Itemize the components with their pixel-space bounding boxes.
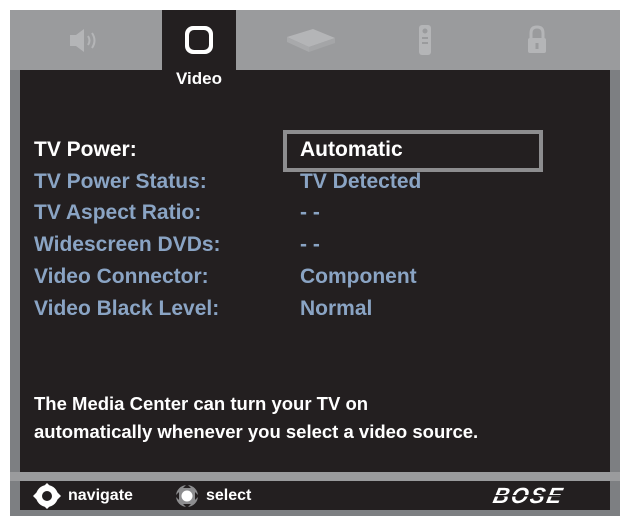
dpad-select-icon xyxy=(175,483,199,508)
select-label: select xyxy=(206,486,252,504)
setting-value: - - xyxy=(300,233,320,256)
tab-video[interactable]: Video xyxy=(162,10,236,92)
disc-player-icon xyxy=(287,29,335,52)
setting-label: TV Aspect Ratio: xyxy=(34,201,202,224)
tv-icon xyxy=(185,26,213,54)
help-description: The Media Center can turn your TV on aut… xyxy=(34,390,604,446)
select-hint: select xyxy=(170,481,251,510)
bose-logo: BOSE xyxy=(490,483,610,513)
help-line-1: The Media Center can turn your TV on xyxy=(34,393,369,414)
brand-logo: BOSE xyxy=(490,483,608,508)
setting-value: Component xyxy=(300,265,417,288)
tab-remote[interactable] xyxy=(395,10,455,70)
remote-icon xyxy=(419,25,431,55)
dpad-navigate-icon xyxy=(33,482,61,509)
setting-value: Normal xyxy=(300,297,373,320)
speaker-icon xyxy=(70,29,96,52)
setting-label: Video Black Level: xyxy=(34,297,220,320)
setting-value: - - xyxy=(300,201,320,224)
lock-icon xyxy=(528,25,546,53)
setting-label: TV Power Status: xyxy=(34,170,207,193)
setting-label: TV Power: xyxy=(34,138,137,161)
tab-audio[interactable] xyxy=(53,10,113,70)
footer-separator xyxy=(10,472,620,481)
help-line-2: automatically whenever you select a vide… xyxy=(34,421,479,442)
setting-value: TV Detected xyxy=(300,170,422,193)
selection-highlight xyxy=(283,130,543,172)
tab-source[interactable] xyxy=(281,10,341,70)
tab-lock[interactable] xyxy=(507,10,567,70)
navigate-label: navigate xyxy=(68,486,133,504)
navigate-hint: navigate xyxy=(30,481,133,510)
setting-label: Widescreen DVDs: xyxy=(34,233,221,256)
tab-video-label: Video xyxy=(176,69,222,88)
setting-label: Video Connector: xyxy=(34,265,209,288)
